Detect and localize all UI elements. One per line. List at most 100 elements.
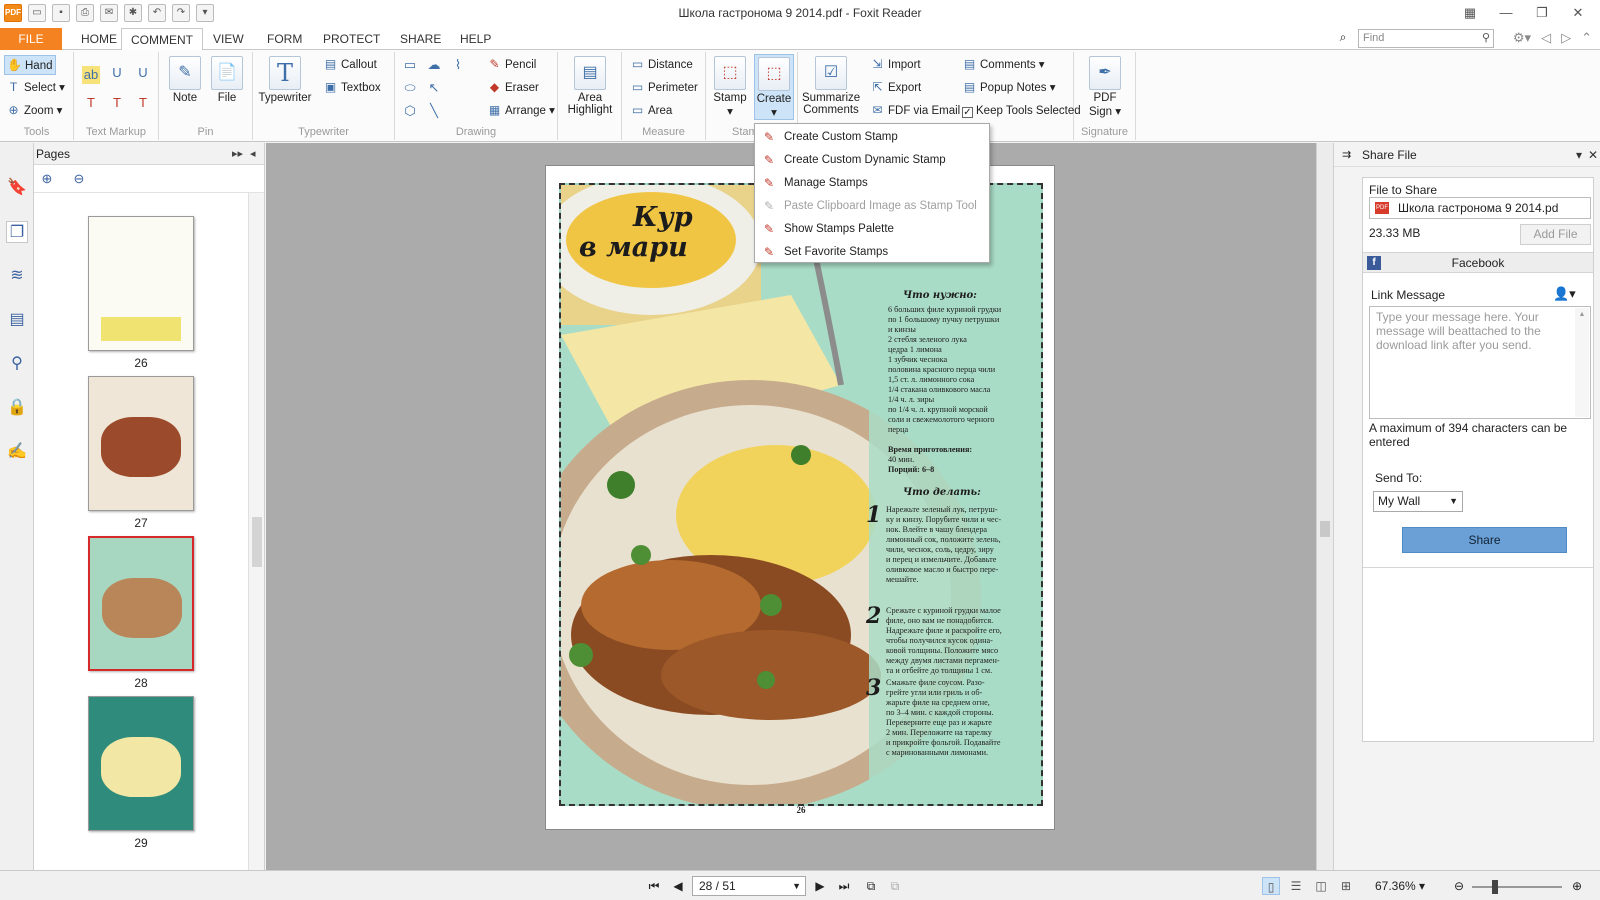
arrow-icon[interactable]: ↖	[425, 79, 443, 97]
message-scrollbar[interactable]: ▲	[1575, 308, 1589, 417]
minimize-button[interactable]: —	[1490, 3, 1522, 23]
previous-view-icon[interactable]: ⧉	[862, 877, 880, 895]
zoom-tool-button[interactable]: ⊕ Zoom ▾	[4, 101, 62, 121]
pdf-sign-button[interactable]: ✒ PDF Sign ▾	[1082, 54, 1128, 118]
next-page-icon[interactable]: ▶	[811, 877, 829, 895]
replace-text-icon[interactable]: T	[108, 94, 126, 112]
facebook-section-header[interactable]: f Facebook	[1363, 252, 1593, 273]
next-view-icon[interactable]: ⧉	[886, 877, 904, 895]
line-icon[interactable]: ╲	[425, 102, 443, 120]
perimeter-button[interactable]: ▭ Perimeter	[628, 78, 698, 98]
fdf-email-button[interactable]: ✉ FDF via Email	[868, 101, 960, 121]
first-page-icon[interactable]: ⏮	[645, 877, 663, 895]
attachments-icon[interactable]: ⚲	[6, 353, 28, 375]
eraser-button[interactable]: ◆ Eraser	[485, 78, 539, 98]
account-icon[interactable]: 👤▾	[1553, 286, 1576, 302]
layers-icon[interactable]: ≋	[6, 265, 28, 287]
zoom-out-icon[interactable]: ⊖	[1450, 877, 1468, 895]
polygon-icon[interactable]: ⬡	[401, 102, 419, 120]
back-icon[interactable]: ◁	[1541, 30, 1551, 46]
search-icon[interactable]: ⚲	[1482, 31, 1490, 44]
polyline-icon[interactable]: ⌇	[449, 56, 467, 74]
tab-share[interactable]: SHARE	[391, 28, 450, 50]
select-tool-button[interactable]: T Select ▾	[4, 78, 65, 98]
single-page-view-icon[interactable]: ▯	[1262, 877, 1280, 895]
page-thumbnail[interactable]	[88, 536, 194, 671]
file-attach-button[interactable]: 📄 File	[209, 54, 245, 104]
add-file-button[interactable]: Add File	[1520, 224, 1591, 245]
tab-help[interactable]: HELP	[451, 28, 500, 50]
save-icon[interactable]: ▪	[52, 4, 70, 22]
pdf-page[interactable]: Кур в мари Что нужно: 6 больших филе кури…	[545, 165, 1055, 830]
comments-panel-icon[interactable]: ▤	[6, 309, 28, 331]
maximize-button[interactable]: ❐	[1526, 3, 1558, 23]
create-stamp-button[interactable]: ⬚ Create ▾	[754, 54, 794, 120]
insert-text-icon[interactable]: T	[134, 94, 152, 112]
continuous-view-icon[interactable]: ☰	[1287, 877, 1305, 895]
continuous-facing-view-icon[interactable]: ⊞	[1337, 877, 1355, 895]
pages-scrollbar[interactable]	[248, 193, 264, 870]
menu-item-5[interactable]: ✎ Show Stamps Palette	[755, 218, 989, 241]
security-lock-icon[interactable]: 🔒	[6, 397, 28, 419]
textbox-button[interactable]: ▣ Textbox	[321, 78, 381, 98]
distance-button[interactable]: ▭ Distance	[628, 55, 693, 75]
pages-scroll-thumb[interactable]	[252, 517, 262, 567]
tab-protect[interactable]: PROTECT	[314, 28, 389, 50]
bookmarks-icon[interactable]: 🔖	[6, 177, 28, 199]
callout-button[interactable]: ▤ Callout	[321, 55, 377, 75]
oval-icon[interactable]: ⬭	[401, 79, 419, 97]
popup-notes-button[interactable]: ▤ Popup Notes ▾	[960, 78, 1056, 98]
cloud-icon[interactable]: ☁	[425, 56, 443, 74]
share-button[interactable]: Share	[1402, 527, 1567, 553]
tab-form[interactable]: FORM	[258, 28, 311, 50]
file-to-share-field[interactable]: PDF Школа гастронома 9 2014.pd	[1369, 197, 1591, 219]
last-page-icon[interactable]: ⏭	[835, 877, 853, 895]
note-button[interactable]: ✎ Note	[167, 54, 203, 104]
facing-view-icon[interactable]: ◫	[1312, 877, 1330, 895]
menu-item-2[interactable]: ✎ Create Custom Dynamic Stamp	[755, 149, 989, 172]
close-panel-icon[interactable]: ✕	[1588, 143, 1598, 167]
zoom-slider[interactable]	[1472, 880, 1562, 894]
reduce-thumbnails-icon[interactable]: ⊖	[70, 170, 88, 188]
tab-file[interactable]: FILE	[0, 28, 62, 50]
stamp-button[interactable]: ⬚ Stamp ▾	[710, 54, 750, 118]
close-button[interactable]: ✕	[1562, 3, 1594, 23]
page-thumbnail[interactable]	[88, 376, 194, 511]
summarize-comments-button[interactable]: ☑ Summarize Comments	[802, 54, 860, 116]
zoom-in-icon[interactable]: ⊕	[1568, 877, 1586, 895]
pencil-button[interactable]: ✎ Pencil	[485, 55, 536, 75]
keep-tools-selected-checkbox[interactable]: ✓ Keep Tools Selected	[960, 101, 1081, 121]
email-icon[interactable]: ✉	[100, 4, 118, 22]
pages-icon[interactable]: ❐	[6, 221, 28, 243]
area-highlight-button[interactable]: ▤ Area Highlight	[564, 54, 616, 116]
link-message-textarea[interactable]: Type your message here. Your message wil…	[1369, 306, 1591, 419]
settings-icon[interactable]: ⚙▾	[1513, 30, 1531, 46]
redo-icon[interactable]: ↷	[172, 4, 190, 22]
customize-dropdown-icon[interactable]: ▾	[196, 4, 214, 22]
zoom-level[interactable]: 67.36% ▾	[1375, 879, 1425, 893]
underline-icon[interactable]: U	[108, 64, 126, 82]
export-button[interactable]: ⇱ Export	[868, 78, 921, 98]
send-to-select[interactable]: My Wall ▼	[1373, 491, 1463, 512]
hand-tool-button[interactable]: ✋ Hand	[4, 55, 56, 75]
new-icon[interactable]: ✱	[124, 4, 142, 22]
page-thumbnail[interactable]	[88, 696, 194, 831]
strikeout-icon[interactable]: T	[82, 94, 100, 112]
find-input[interactable]: Find ⚲	[1358, 29, 1494, 48]
tab-home[interactable]: HOME	[72, 28, 126, 50]
restore-icon[interactable]: ▦	[1454, 3, 1486, 23]
find-options-icon[interactable]: ⌕	[1334, 30, 1352, 48]
open-icon[interactable]: ▭	[28, 4, 46, 22]
pin-icon[interactable]: ⇉	[1342, 143, 1351, 167]
tab-comment[interactable]: COMMENT	[121, 28, 203, 51]
import-button[interactable]: ⇲ Import	[868, 55, 920, 75]
page-number-input[interactable]: 28 / 51 ▼	[692, 876, 806, 896]
menu-item-1[interactable]: ✎ Create Custom Stamp	[755, 126, 989, 149]
document-scroll-thumb[interactable]	[1320, 521, 1330, 537]
previous-page-icon[interactable]: ◀	[669, 877, 687, 895]
typewriter-button[interactable]: T Typewriter	[257, 54, 313, 104]
menu-item-3[interactable]: ✎ Manage Stamps	[755, 172, 989, 195]
menu-item-6[interactable]: ✎ Set Favorite Stamps	[755, 241, 989, 264]
print-icon[interactable]: ⎙	[76, 4, 94, 22]
collapse-ribbon-icon[interactable]: ⌃	[1581, 30, 1592, 46]
